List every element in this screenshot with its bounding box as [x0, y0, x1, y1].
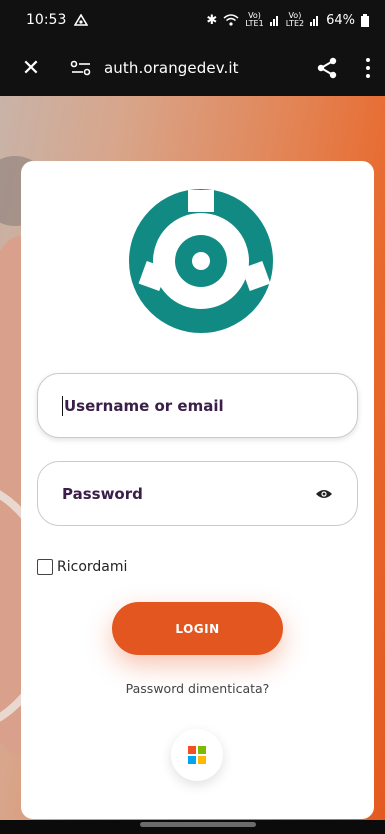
sim2-label: Vo) LTE2 — [286, 12, 304, 28]
sim2-bottom: LTE2 — [285, 19, 305, 28]
remember-label[interactable]: Ricordami — [57, 559, 127, 575]
bluetooth-icon: ✱ — [206, 12, 218, 28]
eye-icon[interactable] — [315, 488, 333, 500]
text-caret — [62, 395, 63, 416]
signal1-icon — [269, 16, 278, 26]
login-card: Username or email Password Ricordami LOG… — [21, 161, 374, 819]
menu-icon[interactable] — [365, 58, 371, 78]
gesture-pill[interactable] — [140, 822, 256, 827]
logo-icon — [129, 189, 273, 333]
remember-checkbox[interactable] — [37, 559, 53, 575]
username-label: Username or email — [64, 396, 224, 415]
battery-percent: 64% — [326, 12, 355, 28]
status-bar: 10:53 ✱ Vo) LTE1 Vo) LTE2 64% — [0, 0, 385, 40]
forgot-password-link[interactable]: Password dimenticata? — [21, 681, 374, 696]
wifi-icon — [223, 14, 239, 26]
sim1-label: Vo) LTE1 — [245, 12, 263, 28]
status-left: 10:53 — [26, 12, 89, 28]
password-label: Password — [62, 484, 143, 503]
close-icon[interactable]: ✕ — [18, 56, 44, 81]
username-field[interactable]: Username or email — [37, 373, 358, 438]
microsoft-icon — [188, 746, 206, 764]
browser-toolbar: ✕ auth.orangedev.it — [0, 40, 385, 96]
status-time: 10:53 — [26, 12, 67, 28]
vpn-icon — [74, 14, 89, 26]
gesture-bar — [0, 820, 385, 827]
sim1-bottom: LTE1 — [245, 19, 264, 28]
microsoft-login-button[interactable] — [171, 729, 223, 781]
status-right: ✱ Vo) LTE1 Vo) LTE2 64% — [206, 12, 369, 28]
battery-icon — [361, 13, 369, 27]
url-text[interactable]: auth.orangedev.it — [104, 59, 239, 77]
signal2-icon — [310, 16, 319, 26]
site-settings-icon[interactable] — [70, 59, 92, 77]
share-icon[interactable] — [315, 56, 339, 80]
remember-row[interactable]: Ricordami — [37, 559, 127, 575]
password-field[interactable]: Password — [37, 461, 358, 526]
login-button[interactable]: LOGIN — [112, 602, 283, 655]
